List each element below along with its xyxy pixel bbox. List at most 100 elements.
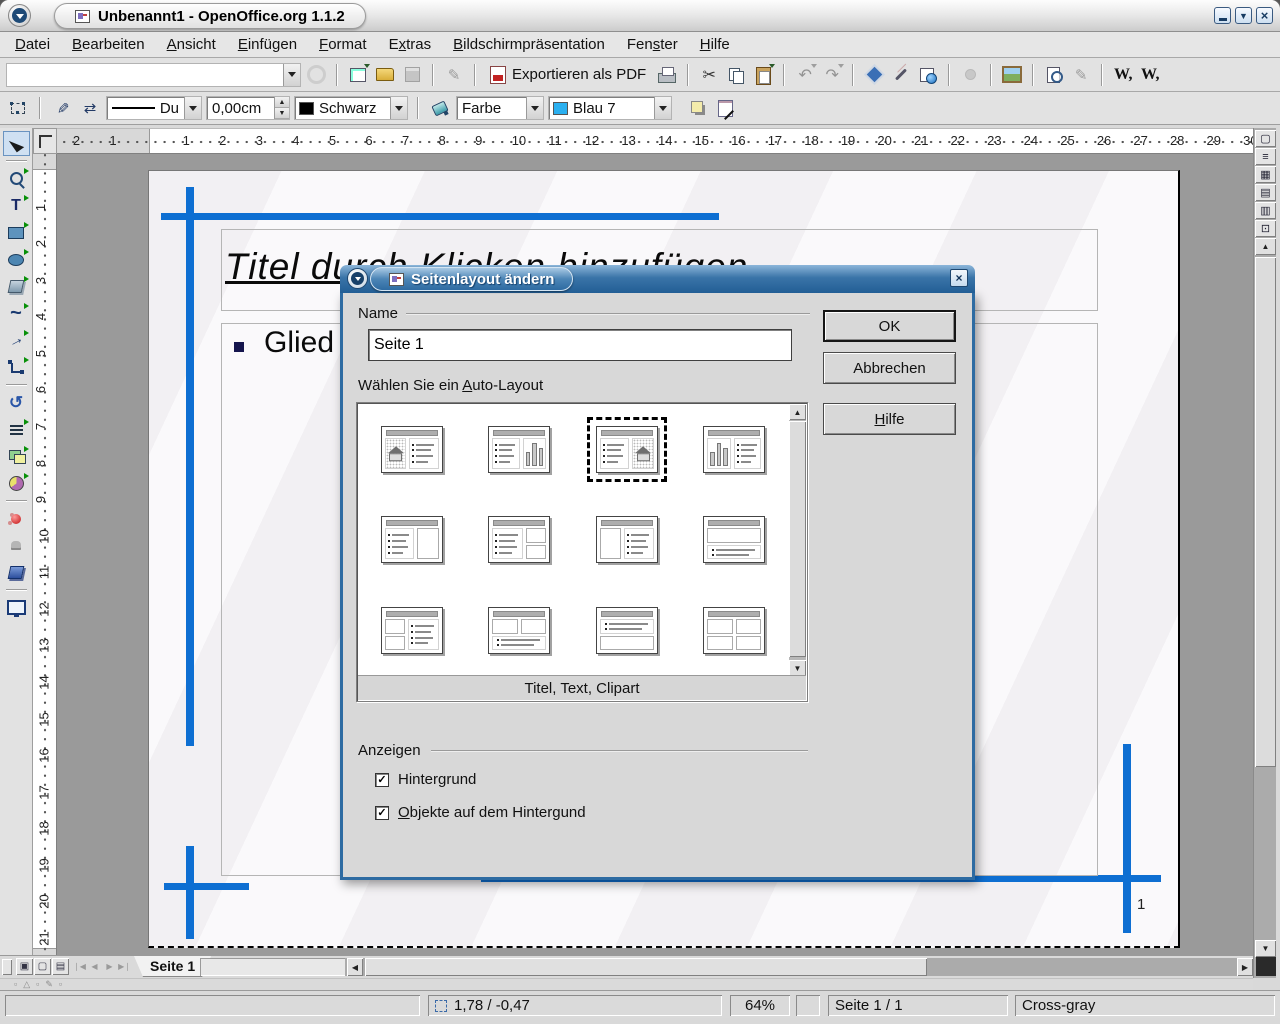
dialog-close-button[interactable]: × — [950, 269, 968, 287]
stepper-buttons[interactable]: ▲▼ — [274, 97, 289, 119]
fill-type-dropdown[interactable] — [526, 97, 543, 119]
record-button[interactable] — [958, 63, 982, 87]
name-input[interactable] — [369, 330, 791, 360]
undo-button[interactable] — [793, 63, 817, 87]
area-dialog-button[interactable] — [428, 96, 452, 120]
open-document-button[interactable] — [373, 63, 397, 87]
curve-tool-button[interactable] — [3, 301, 30, 326]
3d-objects-tool-button[interactable] — [3, 274, 30, 299]
layout-option-6[interactable] — [479, 507, 559, 572]
edit-file-button[interactable] — [1069, 63, 1093, 87]
help-button[interactable]: Hilfe — [823, 403, 956, 435]
ruler-origin-box[interactable] — [33, 128, 57, 154]
grid-option-icon[interactable]: ▫ — [14, 980, 17, 989]
minimize-button[interactable] — [1214, 7, 1231, 24]
line-color-dropdown[interactable] — [390, 97, 407, 119]
url-combobox[interactable] — [6, 63, 301, 87]
start-presentation-button[interactable] — [3, 595, 30, 620]
menu-item-bildschirmprsentation[interactable]: Bildschirmpräsentation — [442, 32, 616, 57]
handles-option-icon[interactable]: ▫ — [59, 980, 62, 989]
menu-item-fenster[interactable]: Fenster — [616, 32, 689, 57]
menu-item-bearbeiten[interactable]: Bearbeiten — [61, 32, 156, 57]
menu-item-hilfe[interactable]: Hilfe — [689, 32, 741, 57]
url-input[interactable] — [7, 64, 283, 86]
scroll-down-button[interactable]: ▼ — [1255, 940, 1276, 957]
listbox-scroll-up-button[interactable]: ▲ — [789, 404, 806, 420]
menu-item-ansicht[interactable]: Ansicht — [156, 32, 227, 57]
menu-item-einfgen[interactable]: Einfügen — [227, 32, 308, 57]
previous-page-button[interactable]: ◀ — [87, 958, 102, 975]
layout-option-1[interactable] — [372, 417, 452, 482]
presentation-styles-button[interactable] — [714, 96, 738, 120]
menu-item-format[interactable]: Format — [308, 32, 378, 57]
interaction-button[interactable] — [3, 533, 30, 558]
arrange-tool-button[interactable] — [3, 444, 30, 469]
arrow-style-button[interactable] — [78, 96, 102, 120]
listbox-scroll-down-button[interactable]: ▼ — [789, 660, 806, 676]
select-tool-button[interactable] — [3, 131, 30, 156]
fill-type-select[interactable]: Farbe — [456, 96, 544, 120]
rotate-tool-button[interactable] — [3, 390, 30, 415]
shadow-button[interactable] — [686, 96, 710, 120]
vertical-ruler[interactable]: 123456789101112131415161718192021 — [33, 154, 57, 955]
dialog-menu-button[interactable] — [347, 268, 368, 289]
insert-tool-button[interactable] — [3, 471, 30, 496]
zoom-tool-button[interactable] — [3, 166, 30, 191]
stop-loading-button[interactable] — [304, 63, 328, 87]
edit-option-icon[interactable]: ✎ — [45, 980, 53, 989]
layout-option-7[interactable] — [587, 507, 667, 572]
window-menu-button[interactable] — [8, 4, 31, 27]
export-pdf-button[interactable]: Exportieren als PDF — [484, 62, 652, 88]
copy-button[interactable] — [724, 63, 748, 87]
gallery-button[interactable] — [1000, 63, 1024, 87]
whats-this-button-2[interactable]: W, — [1138, 63, 1162, 87]
fill-color-select[interactable]: Blau 7 — [548, 96, 672, 120]
ok-button[interactable]: OK — [823, 310, 956, 342]
line-width-stepper[interactable]: 0,00cm ▲▼ — [206, 96, 290, 120]
layout-option-11[interactable] — [587, 598, 667, 663]
rectangle-tool-button[interactable] — [3, 220, 30, 245]
line-color-select[interactable]: Schwarz — [294, 96, 408, 120]
layer-mode-button[interactable]: ▤ — [52, 958, 69, 975]
layout-option-10[interactable] — [479, 598, 559, 663]
vertical-scrollbar[interactable]: ▢ ≡ ▦ ▤ ▥ ⊡ ▲ ▼ — [1253, 128, 1276, 978]
line-dialog-button[interactable] — [50, 96, 74, 120]
redo-button[interactable] — [820, 63, 844, 87]
stepper-down-icon[interactable]: ▼ — [275, 108, 289, 119]
alignment-tool-button[interactable] — [3, 417, 30, 442]
scroll-right-button[interactable]: ▶ — [1237, 958, 1253, 976]
listbox-scrollbar[interactable]: ▲ ▼ — [789, 404, 806, 676]
layout-option-2[interactable] — [479, 417, 559, 482]
outline-view-button[interactable]: ≡ — [1255, 148, 1276, 165]
master-mode-button[interactable]: ▢ — [34, 958, 51, 975]
line-style-dropdown[interactable] — [184, 97, 201, 119]
horizontal-ruler[interactable]: 2112345678910111213141516171819202122232… — [57, 128, 1253, 154]
close-button[interactable]: × — [1256, 7, 1273, 24]
layout-option-3-selected[interactable] — [587, 417, 667, 482]
splitter-handle[interactable] — [2, 959, 12, 975]
menu-item-extras[interactable]: Extras — [378, 32, 443, 57]
vertical-scrollbar-thumb[interactable] — [1255, 257, 1276, 767]
menu-item-datei[interactable]: Datei — [4, 32, 61, 57]
page-mode-button[interactable]: ▣ — [16, 958, 33, 975]
name-field[interactable] — [368, 329, 792, 361]
layout-option-5[interactable] — [372, 507, 452, 572]
layout-option-8[interactable] — [694, 507, 774, 572]
start-show-view-button[interactable]: ⊡ — [1255, 220, 1276, 237]
ellipse-tool-button[interactable] — [3, 247, 30, 272]
layout-option-9[interactable] — [372, 598, 452, 663]
snap-option-icon[interactable]: △ — [23, 980, 30, 989]
stylist-button[interactable] — [889, 63, 913, 87]
handout-view-button[interactable]: ▥ — [1255, 202, 1276, 219]
edit-document-button[interactable] — [442, 63, 466, 87]
objects-on-background-checkbox[interactable]: ✓ — [375, 806, 389, 820]
stepper-up-icon[interactable]: ▲ — [275, 97, 289, 108]
guides-option-icon[interactable]: ▫ — [36, 980, 39, 989]
listbox-scrollbar-thumb[interactable] — [789, 421, 806, 657]
url-dropdown-button[interactable] — [283, 64, 300, 86]
dialog-titlebar[interactable]: Seitenlayout ändern × — [340, 265, 975, 293]
navigator-button[interactable] — [862, 63, 886, 87]
resize-grip[interactable] — [1256, 957, 1276, 976]
layout-option-4[interactable] — [694, 417, 774, 482]
paste-button[interactable] — [751, 63, 775, 87]
